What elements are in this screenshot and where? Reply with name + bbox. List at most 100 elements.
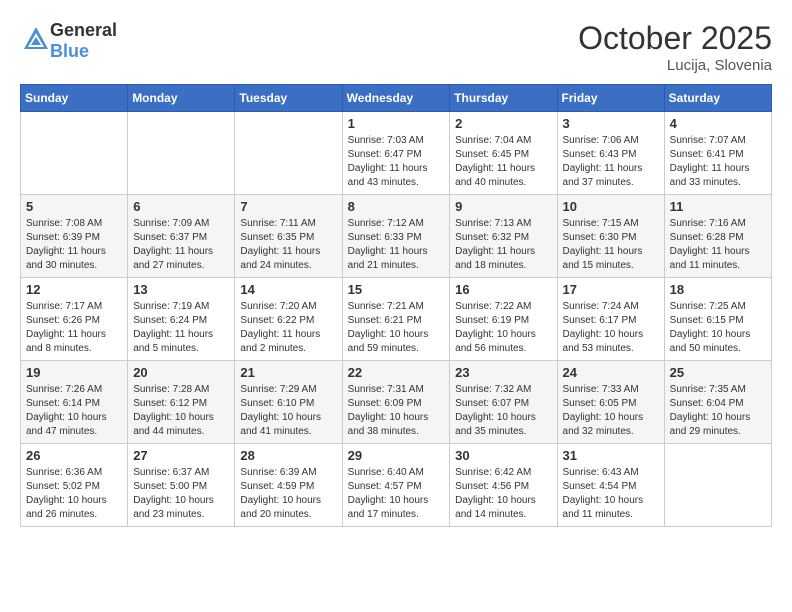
calendar-week-row: 12 Sunrise: 7:17 AMSunset: 6:26 PMDayligh… — [21, 278, 772, 361]
calendar-cell — [664, 444, 771, 527]
day-info: Sunrise: 7:12 AMSunset: 6:33 PMDaylight:… — [348, 217, 445, 273]
day-info: Sunrise: 7:32 AMSunset: 6:07 PMDaylight:… — [455, 383, 551, 439]
calendar-cell: 22 Sunrise: 7:31 AMSunset: 6:09 PMDayligh… — [342, 361, 450, 444]
day-info: Sunrise: 7:09 AMSunset: 6:37 PMDaylight:… — [133, 217, 229, 273]
day-number: 24 — [563, 365, 659, 380]
calendar-cell: 26Sunrise: 6:36 AMSunset: 5:02 PMDayligh… — [21, 444, 128, 527]
day-number: 7 — [240, 199, 336, 214]
day-info: Sunrise: 7:19 AMSunset: 6:24 PMDaylight:… — [133, 300, 229, 356]
day-info: Sunrise: 7:24 AMSunset: 6:17 PMDaylight:… — [563, 300, 659, 356]
day-info: Sunrise: 7:06 AMSunset: 6:43 PMDaylight:… — [563, 134, 659, 190]
day-number: 27 — [133, 448, 229, 463]
day-number: 19 — [26, 365, 122, 380]
calendar-cell: 2Sunrise: 7:04 AMSunset: 6:45 PMDaylight… — [450, 112, 557, 195]
calendar-cell: 28 Sunrise: 6:39 AMSunset: 4:59 PMDayligh… — [235, 444, 342, 527]
location: Lucija, Slovenia — [578, 57, 772, 74]
day-info: Sunrise: 7:25 AMSunset: 6:15 PMDaylight:… — [670, 300, 766, 356]
day-number: 22 — [348, 365, 445, 380]
weekday-header-tuesday: Tuesday — [235, 85, 342, 112]
day-info: Sunrise: 6:39 AMSunset: 4:59 PMDaylight:… — [240, 466, 336, 522]
day-info: Sunrise: 7:08 AMSunset: 6:39 PMDaylight:… — [26, 217, 122, 273]
day-info: Sunrise: 6:40 AMSunset: 4:57 PMDaylight:… — [348, 466, 445, 522]
calendar-cell: 12 Sunrise: 7:17 AMSunset: 6:26 PMDayligh… — [21, 278, 128, 361]
calendar-cell: 21Sunrise: 7:29 AMSunset: 6:10 PMDayligh… — [235, 361, 342, 444]
weekday-header-thursday: Thursday — [450, 85, 557, 112]
logo-blue: Blue — [50, 41, 89, 61]
calendar-cell: 1 Sunrise: 7:03 AMSunset: 6:47 PMDaylight… — [342, 112, 450, 195]
day-number: 1 — [348, 116, 445, 131]
day-number: 4 — [670, 116, 766, 131]
day-number: 20 — [133, 365, 229, 380]
page-header: General Blue October 2025 Lucija, Sloven… — [20, 20, 772, 74]
day-number: 13 — [133, 282, 229, 297]
calendar-cell: 24 Sunrise: 7:33 AMSunset: 6:05 PMDayligh… — [557, 361, 664, 444]
weekday-header-monday: Monday — [128, 85, 235, 112]
calendar-cell: 23Sunrise: 7:32 AMSunset: 6:07 PMDayligh… — [450, 361, 557, 444]
day-info: Sunrise: 7:15 AMSunset: 6:30 PMDaylight:… — [563, 217, 659, 273]
calendar-cell: 30 Sunrise: 6:42 AMSunset: 4:56 PMDayligh… — [450, 444, 557, 527]
day-number: 16 — [455, 282, 551, 297]
day-info: Sunrise: 6:42 AMSunset: 4:56 PMDaylight:… — [455, 466, 551, 522]
day-info: Sunrise: 7:22 AMSunset: 6:19 PMDaylight:… — [455, 300, 551, 356]
day-number: 30 — [455, 448, 551, 463]
calendar-cell: 5Sunrise: 7:08 AMSunset: 6:39 PMDaylight… — [21, 195, 128, 278]
calendar-cell: 27 Sunrise: 6:37 AMSunset: 5:00 PMDayligh… — [128, 444, 235, 527]
calendar-week-row: 19 Sunrise: 7:26 AMSunset: 6:14 PMDayligh… — [21, 361, 772, 444]
day-info: Sunrise: 7:33 AMSunset: 6:05 PMDaylight:… — [563, 383, 659, 439]
calendar-table: SundayMondayTuesdayWednesdayThursdayFrid… — [20, 84, 772, 527]
day-number: 6 — [133, 199, 229, 214]
calendar-cell: 3Sunrise: 7:06 AMSunset: 6:43 PMDaylight… — [557, 112, 664, 195]
day-number: 29 — [348, 448, 445, 463]
calendar-cell: 14 Sunrise: 7:20 AMSunset: 6:22 PMDayligh… — [235, 278, 342, 361]
day-info: Sunrise: 7:35 AMSunset: 6:04 PMDaylight:… — [670, 383, 766, 439]
calendar-week-row: 5Sunrise: 7:08 AMSunset: 6:39 PMDaylight… — [21, 195, 772, 278]
day-number: 17 — [563, 282, 659, 297]
day-info: Sunrise: 7:31 AMSunset: 6:09 PMDaylight:… — [348, 383, 445, 439]
month-year: October 2025 — [578, 20, 772, 57]
day-number: 8 — [348, 199, 445, 214]
day-number: 25 — [670, 365, 766, 380]
calendar-cell: 18 Sunrise: 7:25 AMSunset: 6:15 PMDayligh… — [664, 278, 771, 361]
logo-icon — [20, 25, 50, 58]
day-info: Sunrise: 6:37 AMSunset: 5:00 PMDaylight:… — [133, 466, 229, 522]
calendar-cell: 31 Sunrise: 6:43 AMSunset: 4:54 PMDayligh… — [557, 444, 664, 527]
calendar-cell — [235, 112, 342, 195]
calendar-cell — [128, 112, 235, 195]
title-block: October 2025 Lucija, Slovenia — [578, 20, 772, 74]
day-number: 2 — [455, 116, 551, 131]
day-number: 28 — [240, 448, 336, 463]
day-number: 31 — [563, 448, 659, 463]
day-info: Sunrise: 6:43 AMSunset: 4:54 PMDaylight:… — [563, 466, 659, 522]
day-info: Sunrise: 7:20 AMSunset: 6:22 PMDaylight:… — [240, 300, 336, 356]
logo: General Blue — [20, 20, 117, 62]
day-info: Sunrise: 7:07 AMSunset: 6:41 PMDaylight:… — [670, 134, 766, 190]
day-info: Sunrise: 7:17 AMSunset: 6:26 PMDaylight:… — [26, 300, 122, 356]
weekday-header-row: SundayMondayTuesdayWednesdayThursdayFrid… — [21, 85, 772, 112]
calendar-cell — [21, 112, 128, 195]
day-info: Sunrise: 7:26 AMSunset: 6:14 PMDaylight:… — [26, 383, 122, 439]
calendar-cell: 10 Sunrise: 7:15 AMSunset: 6:30 PMDayligh… — [557, 195, 664, 278]
day-number: 11 — [670, 199, 766, 214]
calendar-cell: 4 Sunrise: 7:07 AMSunset: 6:41 PMDaylight… — [664, 112, 771, 195]
day-info: Sunrise: 7:03 AMSunset: 6:47 PMDaylight:… — [348, 134, 445, 190]
calendar-cell: 15Sunrise: 7:21 AMSunset: 6:21 PMDayligh… — [342, 278, 450, 361]
calendar-cell: 17 Sunrise: 7:24 AMSunset: 6:17 PMDayligh… — [557, 278, 664, 361]
weekday-header-saturday: Saturday — [664, 85, 771, 112]
day-number: 10 — [563, 199, 659, 214]
weekday-header-wednesday: Wednesday — [342, 85, 450, 112]
day-info: Sunrise: 7:21 AMSunset: 6:21 PMDaylight:… — [348, 300, 445, 356]
calendar-cell: 9Sunrise: 7:13 AMSunset: 6:32 PMDaylight… — [450, 195, 557, 278]
calendar-cell: 20 Sunrise: 7:28 AMSunset: 6:12 PMDayligh… — [128, 361, 235, 444]
day-number: 14 — [240, 282, 336, 297]
calendar-cell: 7Sunrise: 7:11 AMSunset: 6:35 PMDaylight… — [235, 195, 342, 278]
day-number: 18 — [670, 282, 766, 297]
calendar-cell: 19 Sunrise: 7:26 AMSunset: 6:14 PMDayligh… — [21, 361, 128, 444]
day-number: 26 — [26, 448, 122, 463]
calendar-cell: 29 Sunrise: 6:40 AMSunset: 4:57 PMDayligh… — [342, 444, 450, 527]
calendar-cell: 11Sunrise: 7:16 AMSunset: 6:28 PMDayligh… — [664, 195, 771, 278]
calendar-week-row: 1 Sunrise: 7:03 AMSunset: 6:47 PMDaylight… — [21, 112, 772, 195]
day-number: 9 — [455, 199, 551, 214]
day-info: Sunrise: 7:29 AMSunset: 6:10 PMDaylight:… — [240, 383, 336, 439]
day-info: Sunrise: 7:28 AMSunset: 6:12 PMDaylight:… — [133, 383, 229, 439]
day-number: 12 — [26, 282, 122, 297]
